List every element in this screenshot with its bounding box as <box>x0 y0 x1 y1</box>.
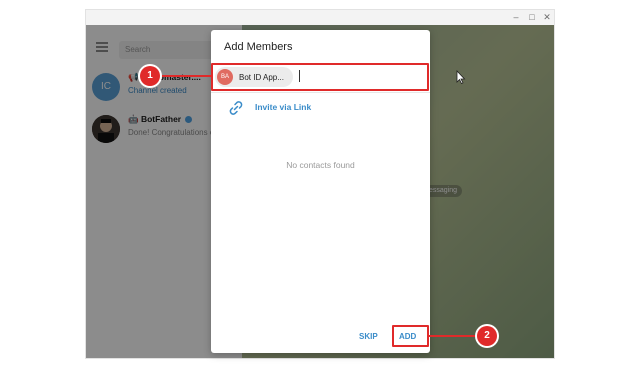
highlight-box-members <box>211 63 429 91</box>
title-bar: ‒ □ ✕ <box>86 10 554 25</box>
invite-label: Invite via Link <box>255 102 312 112</box>
dialog-title: Add Members <box>224 41 293 53</box>
empty-state-text: No contacts found <box>286 160 355 170</box>
mouse-pointer-icon <box>456 70 466 84</box>
callout-marker-2: 2 <box>477 326 497 346</box>
skip-button[interactable]: SKIP <box>359 332 378 341</box>
minimize-button[interactable]: ‒ <box>510 11 522 23</box>
callout-marker-1: 1 <box>140 66 160 86</box>
maximize-button[interactable]: □ <box>526 11 538 23</box>
highlight-box-add <box>392 325 429 347</box>
close-button[interactable]: ✕ <box>541 11 553 23</box>
callout-line-1 <box>160 75 211 77</box>
link-icon <box>229 101 243 115</box>
callout-line-2 <box>429 335 477 337</box>
